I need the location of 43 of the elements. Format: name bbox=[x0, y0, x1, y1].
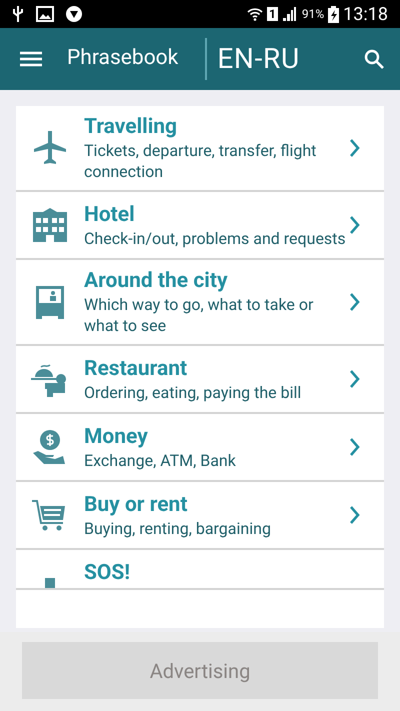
menu-icon[interactable] bbox=[20, 49, 42, 69]
category-row[interactable]: Travelling Tickets, departure, transfer, flight connection bbox=[16, 106, 384, 192]
category-description: Exchange, ATM, Bank bbox=[84, 450, 237, 470]
language-pair-button[interactable]: EN-RU bbox=[217, 38, 300, 80]
signal-icon bbox=[282, 6, 298, 22]
category-title: Buy or rent bbox=[84, 492, 188, 518]
category-title: Money bbox=[84, 424, 149, 450]
category-description: Tickets, departure, transfer, flight connection bbox=[84, 140, 318, 182]
app-title: Phrasebook bbox=[67, 45, 178, 72]
category-row[interactable]: Around the city Which way to go, what to take or what to see bbox=[16, 260, 384, 346]
coin-in-hand-icon bbox=[32, 429, 68, 465]
category-description: Which way to go, what to take or what to see bbox=[84, 294, 314, 336]
category-row[interactable]: Buy or rent Buying, renting, bargaining bbox=[16, 482, 384, 550]
usb-icon bbox=[12, 6, 24, 22]
battery-charging-icon bbox=[328, 6, 340, 22]
sim-indicator: 1 bbox=[267, 7, 278, 21]
category-title: SOS! bbox=[84, 560, 132, 586]
category-title: Restaurant bbox=[84, 356, 188, 382]
image-icon bbox=[36, 6, 54, 22]
category-description: Buying, renting, bargaining bbox=[84, 518, 272, 538]
chevron-right-icon bbox=[350, 139, 360, 157]
chevron-right-icon bbox=[350, 370, 360, 388]
category-row[interactable]: Hotel Check-in/out, problems and requests bbox=[16, 192, 384, 260]
category-row[interactable]: Money Exchange, ATM, Bank bbox=[16, 414, 384, 482]
category-title: Around the city bbox=[84, 268, 229, 294]
bus-icon bbox=[34, 284, 66, 320]
chevron-right-icon bbox=[350, 216, 360, 234]
airplane-icon bbox=[32, 130, 68, 166]
app-logo-icon bbox=[66, 6, 82, 22]
category-title: Travelling bbox=[84, 114, 178, 140]
category-row[interactable]: Restaurant Ordering, eating, paying the bill bbox=[16, 346, 384, 414]
chevron-right-icon bbox=[350, 293, 360, 311]
category-row[interactable]: SOS! bbox=[16, 550, 384, 590]
clock-time: 13:18 bbox=[343, 2, 388, 26]
chevron-right-icon bbox=[350, 506, 360, 524]
battery-percent: 91% bbox=[302, 6, 324, 23]
search-icon[interactable] bbox=[364, 49, 384, 69]
building-icon bbox=[31, 208, 69, 242]
chevron-right-icon bbox=[350, 438, 360, 456]
wifi-icon bbox=[247, 6, 263, 22]
category-title: Hotel bbox=[84, 202, 136, 228]
category-description: Ordering, eating, paying the bill bbox=[84, 382, 302, 402]
category-description: Check-in/out, problems and requests bbox=[84, 228, 347, 248]
